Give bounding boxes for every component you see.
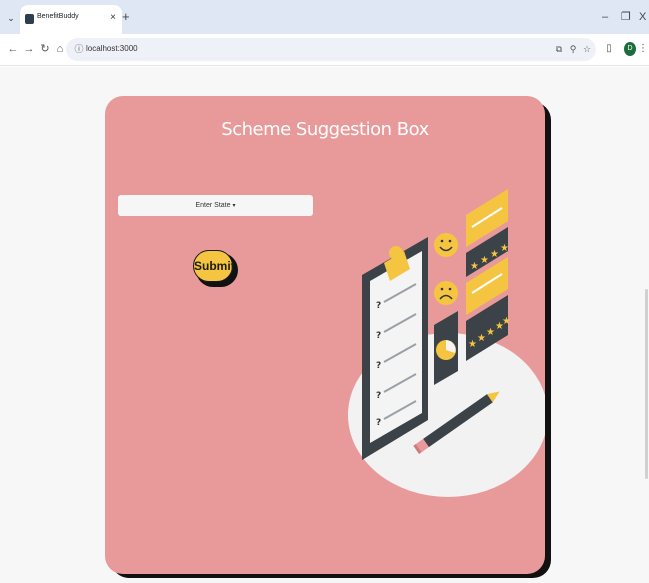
state-select-label: Enter State — [195, 202, 231, 209]
tab-close-icon[interactable]: × — [110, 11, 116, 25]
restore-button[interactable]: ❐ — [621, 10, 631, 24]
browser-toolbar: ← → ↻ ⌂ ⓘ localhost:3000 ⧉ ⚲ ☆ ▯ D ⋮ — [0, 34, 649, 66]
chevron-down-icon: ▾ — [232, 203, 236, 209]
back-icon[interactable]: ← — [6, 42, 20, 56]
scrollbar-thumb[interactable] — [645, 289, 648, 479]
new-tab-button[interactable]: + — [122, 10, 130, 24]
svg-text:?: ? — [376, 361, 381, 371]
favicon-icon — [25, 14, 34, 24]
home-icon[interactable]: ⌂ — [53, 42, 67, 56]
svg-text:★: ★ — [470, 261, 479, 272]
svg-text:★: ★ — [468, 339, 477, 350]
tab-title: BenefitBuddy — [37, 13, 79, 20]
clipboard-paper — [370, 251, 422, 443]
url-text[interactable]: localhost:3000 — [86, 44, 138, 53]
svg-text:?: ? — [376, 301, 381, 311]
tab-benefitbuddy[interactable]: BenefitBuddy × — [20, 5, 122, 34]
address-bar[interactable]: ⓘ localhost:3000 ⧉ ⚲ ☆ — [66, 38, 596, 61]
minimize-button[interactable]: – — [602, 10, 608, 24]
svg-text:?: ? — [376, 391, 381, 401]
svg-text:?: ? — [376, 331, 381, 341]
site-info-icon[interactable]: ⓘ — [73, 43, 85, 55]
more-menu-icon[interactable]: ⋮ — [636, 42, 649, 56]
browser-tab-bar: ⌄ BenefitBuddy × + – ❐ X — [0, 0, 649, 34]
close-window-button[interactable]: X — [639, 10, 646, 24]
svg-text:?: ? — [376, 418, 381, 428]
install-app-icon[interactable]: ⧉ — [553, 43, 565, 55]
feedback-illustration: ? ? ? ? ? ★★★★ ★★★★★ — [348, 189, 545, 497]
svg-text:★: ★ — [477, 333, 486, 344]
page-title: Scheme Suggestion Box — [221, 119, 429, 140]
svg-text:★: ★ — [486, 327, 495, 338]
forward-icon[interactable]: → — [22, 42, 36, 56]
reload-icon[interactable]: ↻ — [38, 42, 52, 56]
svg-text:★: ★ — [490, 249, 499, 260]
extensions-icon[interactable]: ▯ — [602, 42, 616, 56]
svg-text:★: ★ — [500, 243, 509, 254]
profile-avatar[interactable]: D — [624, 42, 636, 56]
svg-text:★: ★ — [480, 255, 489, 266]
state-select[interactable]: Enter State ▾ — [118, 195, 313, 216]
bookmark-star-icon[interactable]: ☆ — [581, 43, 593, 55]
svg-text:★: ★ — [502, 316, 511, 327]
sad-face-icon — [434, 281, 458, 305]
submit-button[interactable]: Submit — [193, 250, 235, 282]
tab-search-icon[interactable]: ⌄ — [4, 11, 18, 25]
zoom-icon[interactable]: ⚲ — [567, 43, 579, 55]
happy-face-icon — [434, 233, 458, 257]
